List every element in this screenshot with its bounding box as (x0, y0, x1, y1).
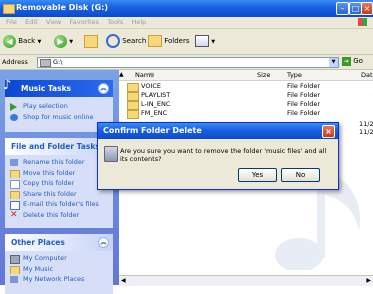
search-label: Search (122, 37, 147, 45)
forward-arrow-icon: ▶ (54, 34, 67, 48)
confirm-folder-delete-dialog: Confirm Folder Delete × Are you sure you… (97, 122, 339, 190)
column-size[interactable]: Size (257, 71, 270, 79)
rename-icon (10, 159, 18, 166)
delete-x-icon: ✕ (10, 209, 18, 220)
column-date[interactable]: Date (361, 71, 373, 79)
folders-icon (148, 35, 162, 47)
toolbar: ◀ Back ▼ ▶ ▼ Search Folders ▼ (0, 29, 373, 55)
other-places-panel: Other Places ︽ My Computer My Music My N… (5, 234, 113, 294)
views-icon (195, 35, 209, 47)
email-folder-files-link[interactable]: E-mail this folder's files (5, 199, 113, 210)
back-arrow-icon: ◀ (3, 34, 16, 48)
collapse-icon[interactable]: ︽ (98, 237, 109, 248)
network-icon (10, 276, 18, 283)
dialog-close-button[interactable]: × (322, 125, 335, 138)
share-folder-icon (10, 190, 20, 199)
music-tasks-title: Music Tasks (21, 84, 72, 93)
dialog-title-bar: Confirm Folder Delete × (98, 123, 338, 139)
up-folder-button[interactable] (84, 34, 98, 48)
horizontal-scrollbar[interactable]: ◀ ▶ (119, 275, 373, 286)
scroll-up-icon[interactable]: ▲ (119, 71, 124, 78)
folders-button[interactable]: Folders (148, 34, 190, 48)
dialog-message: Are you sure you want to remove the fold… (120, 147, 327, 163)
copy-icon (10, 180, 20, 189)
search-icon (106, 34, 120, 48)
other-places-header[interactable]: Other Places ︽ (5, 234, 113, 251)
my-computer-link[interactable]: My Computer (5, 253, 113, 264)
folder-icon (3, 4, 15, 14)
music-folder-icon (10, 265, 20, 274)
go-button[interactable]: ➔ Go (342, 57, 363, 66)
address-value: G:\ (53, 58, 63, 66)
up-folder-icon (84, 34, 98, 48)
play-selection-link[interactable]: Play selection (5, 101, 113, 112)
menu-help[interactable]: Help (131, 17, 146, 28)
menu-bar: File Edit View Favorites Tools Help (0, 17, 373, 29)
address-bar: Address G:\ ▼ ➔ Go (0, 55, 373, 70)
forward-button[interactable]: ▶ ▼ (54, 34, 73, 49)
collapse-icon[interactable]: ︽ (98, 83, 109, 94)
file-tasks-title: File and Folder Tasks (11, 142, 100, 151)
back-label: Back (18, 37, 36, 45)
address-label: Address (2, 58, 28, 66)
close-button[interactable]: × (361, 2, 373, 15)
menu-favorites[interactable]: Favorites (70, 17, 99, 28)
email-icon (10, 201, 20, 210)
column-header: ▲ Name ▼ Size Type Date (119, 70, 373, 81)
title-bar: Removable Disk (G:) – □ × (0, 0, 373, 17)
menu-file[interactable]: File (6, 17, 17, 28)
column-type[interactable]: Type (287, 71, 302, 79)
move-folder-icon (10, 169, 20, 178)
share-folder-link[interactable]: Share this folder (5, 189, 113, 199)
views-button[interactable]: ▼ (195, 34, 215, 49)
address-input[interactable]: G:\ ▼ (37, 57, 339, 68)
my-network-places-link[interactable]: My Network Places (5, 274, 113, 285)
minimize-button[interactable]: – (336, 2, 349, 15)
play-icon (10, 103, 17, 111)
dialog-title: Confirm Folder Delete (103, 126, 202, 135)
scroll-left-icon[interactable]: ◀ (121, 277, 126, 284)
menu-view[interactable]: View (46, 17, 61, 28)
shop-music-online-link[interactable]: Shop for music online (5, 112, 113, 123)
go-arrow-icon: ➔ (342, 57, 351, 66)
list-item[interactable]: VOICE File Folder (127, 82, 373, 92)
globe-icon (10, 113, 18, 121)
windows-logo-icon (358, 18, 367, 26)
menu-tools[interactable]: Tools (107, 17, 123, 28)
delete-folder-link[interactable]: ✕ Delete this folder (5, 210, 113, 221)
list-item[interactable]: L-IN_ENC File Folder (127, 100, 373, 110)
back-button[interactable]: ◀ Back ▼ (3, 34, 41, 49)
search-button[interactable]: Search (106, 34, 146, 48)
folder-icon (127, 110, 139, 119)
music-note-icon: ♪ (3, 78, 12, 93)
recycle-bin-icon (104, 146, 118, 162)
sort-arrow-icon: ▼ (149, 71, 154, 79)
drive-icon (40, 59, 51, 67)
list-item[interactable]: FM_ENC File Folder (127, 109, 373, 119)
scroll-right-icon[interactable]: ▶ (366, 277, 371, 284)
other-places-title: Other Places (11, 238, 65, 247)
computer-icon (10, 255, 20, 264)
no-button[interactable]: No (281, 168, 320, 182)
window-title: Removable Disk (G:) (16, 3, 109, 12)
address-dropdown-icon[interactable]: ▼ (329, 58, 338, 67)
music-tasks-header[interactable]: ♪ Music Tasks ︽ (3, 78, 113, 97)
yes-button[interactable]: Yes (238, 168, 277, 182)
list-item[interactable]: PLAYLIST File Folder (127, 91, 373, 101)
folders-label: Folders (164, 37, 190, 45)
menu-edit[interactable]: Edit (25, 17, 38, 28)
my-music-link[interactable]: My Music (5, 264, 113, 274)
go-label: Go (353, 57, 363, 65)
